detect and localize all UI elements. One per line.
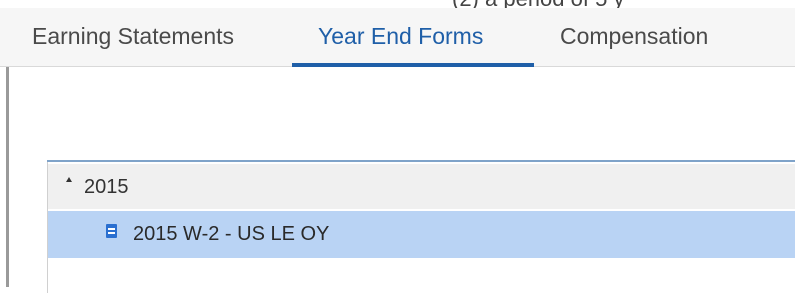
tree-group-label: 2015 bbox=[84, 176, 129, 198]
tab-compensation[interactable]: Compensation bbox=[560, 8, 708, 66]
cropped-heading-text: (2) a period of 5 y bbox=[452, 0, 624, 8]
content-left-border bbox=[6, 67, 9, 287]
tree-group-row[interactable] bbox=[48, 164, 795, 209]
cropped-heading: (2) a period of 5 y bbox=[0, 0, 795, 8]
tab-bar: Earning Statements Year End Forms Compen… bbox=[0, 8, 795, 67]
expand-caret-icon[interactable] bbox=[66, 177, 72, 182]
forms-panel-header bbox=[47, 112, 795, 162]
document-icon bbox=[106, 224, 117, 238]
tab-earning-statements[interactable]: Earning Statements bbox=[32, 8, 234, 66]
tree-item-label[interactable]: 2015 W-2 - US LE OY bbox=[133, 223, 329, 246]
tab-year-end-forms[interactable]: Year End Forms bbox=[318, 8, 483, 66]
